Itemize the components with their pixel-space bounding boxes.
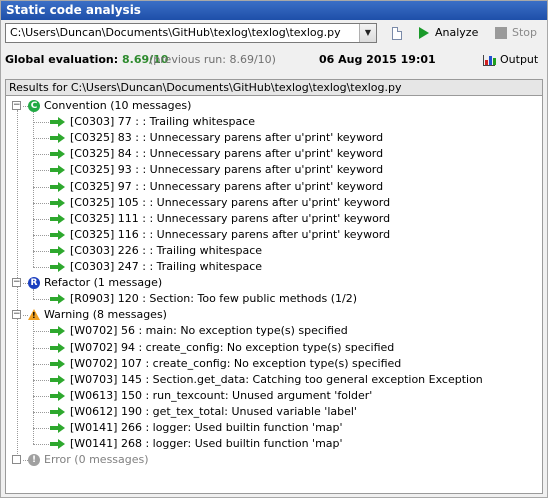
tree-category-1[interactable]: Refactor (1 message) <box>44 275 162 291</box>
refactor-icon: R <box>28 277 40 290</box>
tree-message-item[interactable]: [W0703] 145 : Section.get_data: Catching… <box>70 372 483 388</box>
tree-connector <box>33 379 49 381</box>
stop-label: Stop <box>512 26 538 39</box>
arrow-right-icon <box>50 423 66 433</box>
tree-connector <box>33 122 49 124</box>
arrow-right-icon <box>50 181 66 192</box>
tree-connector <box>33 395 49 397</box>
tree-message-item[interactable]: [W0141] 266 : logger: Used builtin funct… <box>70 420 343 436</box>
arrow-right-icon <box>50 326 66 337</box>
tree-message-item[interactable]: [C0325] 97 : : Unnecessary parens after … <box>70 179 383 195</box>
tree-connector <box>33 138 49 140</box>
tree-message-item[interactable]: [C0325] 84 : : Unnecessary parens after … <box>70 146 383 162</box>
arrow-right-icon <box>50 197 66 208</box>
arrow-right-icon <box>50 439 66 450</box>
results-tree[interactable]: − C Convention (10 messages) [C0303] 77 : :… <box>5 96 543 494</box>
tree-connector <box>33 411 49 413</box>
tree-message-item[interactable]: [W0141] 268 : logger: Used builtin funct… <box>70 436 343 452</box>
tree-message-item[interactable]: [C0325] 105 : : Unnecessary parens after… <box>70 195 390 211</box>
results-header: Results for C:\Users\Duncan\Documents\Gi… <box>5 79 543 96</box>
global-evaluation-label: Global evaluation: <box>5 53 119 66</box>
tree-connector <box>33 321 34 445</box>
play-icon <box>419 27 429 39</box>
tree-message-item[interactable]: [W0702] 56 : main: No exception type(s) … <box>70 323 348 339</box>
arrow-right-icon <box>50 294 66 305</box>
arrow-right-icon <box>50 406 66 417</box>
stop-button[interactable]: Stop <box>495 23 537 43</box>
arrow-right-icon <box>50 229 66 240</box>
warning-icon: ! <box>28 309 40 321</box>
tree-connector <box>33 154 49 156</box>
tree-message-item[interactable]: [C0303] 77 : : Trailing whitespace <box>70 114 255 130</box>
tree-connector <box>33 363 49 365</box>
analyze-button[interactable]: Analyze <box>419 23 478 43</box>
tree-connector <box>33 347 49 349</box>
browse-file-button[interactable] <box>387 23 407 43</box>
arrow-right-icon <box>50 133 66 144</box>
error-icon: ! <box>28 454 40 467</box>
arrow-right-icon <box>50 149 66 160</box>
tree-expander[interactable]: − <box>12 310 21 320</box>
arrow-right-icon <box>50 390 66 401</box>
convention-icon: C <box>28 100 40 112</box>
static-code-analysis-window: Static code analysis C:\Users\Duncan\Doc… <box>0 0 548 498</box>
arrow-right-icon <box>50 213 66 224</box>
arrow-right-icon <box>50 117 66 128</box>
chevron-down-icon[interactable]: ▼ <box>359 24 376 42</box>
arrow-right-icon <box>50 165 66 176</box>
tree-connector <box>33 267 49 268</box>
tree-connector <box>33 218 49 220</box>
arrow-right-icon <box>50 262 66 272</box>
arrow-right-icon <box>50 342 66 353</box>
tree-connector <box>33 170 49 172</box>
tree-category-2[interactable]: Warning (8 messages) <box>44 307 167 323</box>
output-button[interactable]: Output <box>483 51 538 69</box>
tree-connector <box>33 299 49 301</box>
tree-connector <box>33 428 49 429</box>
tree-connector <box>33 202 49 204</box>
bar-chart-icon <box>483 54 496 66</box>
window-title: Static code analysis <box>1 1 547 20</box>
tree-category-3[interactable]: Error (0 messages) <box>44 452 149 468</box>
tree-message-item[interactable]: [W0702] 107 : create_config: No exceptio… <box>70 356 401 372</box>
arrow-right-icon <box>50 358 66 369</box>
tree-message-item[interactable]: [W0613] 150 : run_texcount: Unused argum… <box>70 388 372 404</box>
tree-connector <box>33 444 49 446</box>
tree-message-item[interactable]: [W0702] 94 : create_config: No exception… <box>70 340 394 356</box>
output-label: Output <box>500 53 539 66</box>
file-path-value: C:\Users\Duncan\Documents\GitHub\texlog\… <box>10 26 341 39</box>
tree-expander[interactable] <box>12 455 21 465</box>
tree-message-item[interactable]: [C0325] 116 : : Unnecessary parens after… <box>70 227 390 243</box>
stop-icon <box>495 27 507 39</box>
tree-connector <box>33 289 34 300</box>
tree-message-item[interactable]: [C0325] 111 : : Unnecessary parens after… <box>70 211 390 227</box>
tree-connector <box>33 331 49 333</box>
tree-message-item[interactable]: [C0325] 93 : : Unnecessary parens after … <box>70 162 383 178</box>
tree-message-item[interactable]: [R0903] 120 : Section: Too few public me… <box>70 291 357 307</box>
tree-connector <box>33 234 49 236</box>
tree-connector <box>33 112 34 267</box>
file-path-combobox[interactable]: C:\Users\Duncan\Documents\GitHub\texlog\… <box>5 23 377 43</box>
arrow-right-icon <box>50 374 66 385</box>
toolbar: C:\Users\Duncan\Documents\GitHub\texlog\… <box>1 21 547 45</box>
tree-connector <box>33 186 49 188</box>
tree-expander[interactable]: − <box>12 101 21 110</box>
tree-message-item[interactable]: [W0612] 190 : get_tex_total: Unused vari… <box>70 404 357 420</box>
tree-message-item[interactable]: [C0303] 226 : : Trailing whitespace <box>70 243 262 259</box>
tree-message-item[interactable]: [C0303] 247 : : Trailing whitespace <box>70 259 262 275</box>
tree-expander[interactable]: − <box>12 278 21 288</box>
arrow-right-icon <box>50 245 66 256</box>
document-icon <box>392 26 402 40</box>
evaluation-bar: Global evaluation: 8.69/10 (previous run… <box>1 47 547 71</box>
analysis-date: 06 Aug 2015 19:01 <box>319 53 436 66</box>
analyze-label: Analyze <box>435 26 479 39</box>
tree-category-0[interactable]: Convention (10 messages) <box>44 98 191 114</box>
global-evaluation: Global evaluation: 8.69/10 <box>5 53 168 66</box>
tree-connector <box>33 250 49 252</box>
tree-message-item[interactable]: [C0325] 83 : : Unnecessary parens after … <box>70 130 383 146</box>
previous-run: (previous run: 8.69/10) <box>149 53 276 66</box>
